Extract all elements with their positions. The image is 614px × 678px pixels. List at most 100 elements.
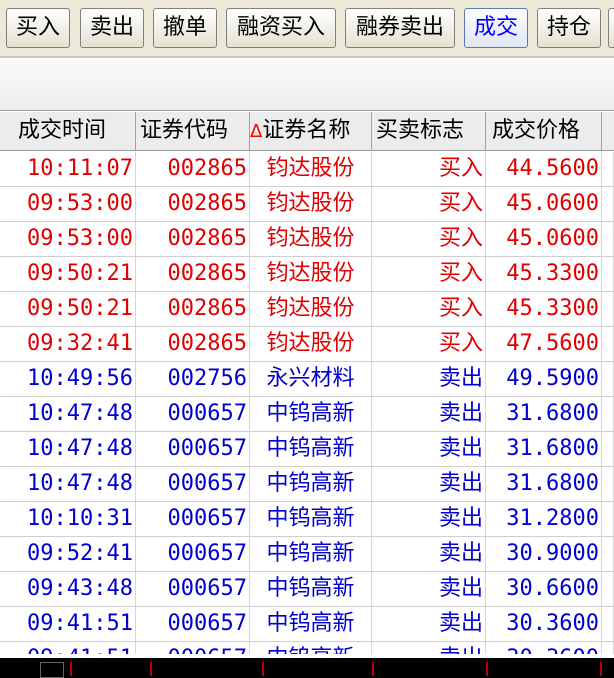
- table-row[interactable]: 10:10:31 000657 中钨高新 卖出 31.2800: [0, 502, 614, 537]
- cell-security-code: 002865: [136, 292, 250, 326]
- table-row[interactable]: 09:32:41 002865 钧达股份 买入 47.5600: [0, 327, 614, 362]
- cell-security-code: 000657: [136, 642, 250, 654]
- cell-trade-time: 10:47:48: [0, 432, 136, 466]
- col-side[interactable]: 买卖标志: [372, 112, 486, 150]
- cell-security-code: 002865: [136, 327, 250, 361]
- cell-side: 卖出: [372, 642, 486, 654]
- table-row[interactable]: 09:41:51000657中钨高新卖出30.3600: [0, 607, 614, 642]
- cell-security-code: 002865: [136, 257, 250, 291]
- cell-security-code: 000657: [136, 467, 250, 501]
- cell-price: 45.3300: [486, 257, 602, 291]
- col-trade-time-label: 成交时间: [18, 118, 107, 143]
- cell-security-name: 中钨高新: [250, 502, 372, 536]
- col-price[interactable]: 成交价格: [486, 112, 602, 150]
- table-row[interactable]: 09:53:00 002865 钧达股份 买入 45.0600: [0, 187, 614, 222]
- col-security-code[interactable]: 证券代码: [136, 112, 250, 150]
- cell-security-name: 中钨高新: [250, 537, 372, 571]
- cell-security-name: 中钨高新: [250, 607, 372, 641]
- cell-trade-time: 09:50:21: [0, 292, 136, 326]
- cell-trade-time: 09:53:00: [0, 187, 136, 221]
- trade-toolbar: 买入 卖出 撤单 融资买入 融券卖出 成交 持仓: [0, 0, 614, 56]
- cell-security-name: 中钨高新: [250, 467, 372, 501]
- cell-security-code: 002756: [136, 362, 250, 396]
- cell-side: 买入: [372, 257, 486, 291]
- cell-price: 45.0600: [486, 222, 602, 256]
- cell-side: 卖出: [372, 432, 486, 466]
- cell-side: 买入: [372, 292, 486, 326]
- cell-trade-time: 09:41:51: [0, 607, 136, 641]
- cell-security-name: 中钨高新: [250, 432, 372, 466]
- table-row[interactable]: 09:41:51000657中钨高新卖出30.3600: [0, 642, 614, 654]
- cell-price: 44.5600: [486, 152, 602, 186]
- query-panel: [0, 58, 614, 111]
- sort-indicator-icon: Δ: [250, 121, 263, 142]
- table-row[interactable]: 09:53:00 002865 钧达股份 买入 45.0600: [0, 222, 614, 257]
- col-security-name[interactable]: Δ证券名称: [250, 112, 372, 150]
- cell-security-code: 000657: [136, 537, 250, 571]
- table-row[interactable]: 09:43:48 000657 中钨高新 卖出 30.6600: [0, 572, 614, 607]
- cell-security-code: 000657: [136, 502, 250, 536]
- cell-side: 买入: [372, 327, 486, 361]
- cell-security-name: 钧达股份: [250, 222, 372, 256]
- col-security-code-label: 证券代码: [140, 118, 229, 143]
- cell-price: 31.2800: [486, 502, 602, 536]
- cell-trade-time: 09:32:41: [0, 327, 136, 361]
- buy-button[interactable]: 买入: [6, 8, 70, 48]
- toolbar-overflow-button[interactable]: [608, 8, 614, 48]
- status-divider: [70, 662, 72, 676]
- table-row[interactable]: 10:49:56 002756 永兴材料 卖出 49.5900: [0, 362, 614, 397]
- sell-button[interactable]: 卖出: [80, 8, 144, 48]
- cell-security-name: 钧达股份: [250, 327, 372, 361]
- cell-trade-time: 10:11:07: [0, 152, 136, 186]
- cell-side: 买入: [372, 222, 486, 256]
- status-divider: [372, 662, 374, 676]
- cell-more: [602, 537, 614, 571]
- cell-security-code: 002865: [136, 152, 250, 186]
- cell-more: [602, 397, 614, 431]
- col-trade-time[interactable]: 成交时间: [0, 112, 136, 150]
- cell-price: 45.0600: [486, 187, 602, 221]
- cell-side: 卖出: [372, 467, 486, 501]
- cell-trade-time: 09:53:00: [0, 222, 136, 256]
- cell-security-name: 钧达股份: [250, 257, 372, 291]
- tab-trades[interactable]: 成交: [464, 8, 528, 48]
- table-row[interactable]: 09:50:21 002865 钧达股份 买入 45.3300: [0, 292, 614, 327]
- cell-more: [602, 572, 614, 606]
- col-security-name-label: 证券名称: [262, 118, 351, 143]
- cell-price: 31.6800: [486, 432, 602, 466]
- cell-price: 31.6800: [486, 467, 602, 501]
- cell-side: 卖出: [372, 607, 486, 641]
- cell-price: 45.3300: [486, 292, 602, 326]
- table-row[interactable]: 09:52:41 000657 中钨高新 卖出 30.9000: [0, 537, 614, 572]
- cell-security-name: 永兴材料: [250, 362, 372, 396]
- tab-positions[interactable]: 持仓: [537, 8, 601, 48]
- cell-side: 卖出: [372, 397, 486, 431]
- table-row[interactable]: 10:11:07 002865 钧达股份 买入 44.5600: [0, 152, 614, 187]
- cell-side: 卖出: [372, 572, 486, 606]
- col-more[interactable]: [602, 112, 614, 150]
- cell-price: 31.6800: [486, 397, 602, 431]
- cell-security-code: 000657: [136, 397, 250, 431]
- cell-trade-time: 09:41:51: [0, 642, 136, 654]
- cell-security-name: 中钨高新: [250, 642, 372, 654]
- cell-security-code: 002865: [136, 187, 250, 221]
- cell-security-code: 000657: [136, 432, 250, 466]
- cell-trade-time: 10:10:31: [0, 502, 136, 536]
- cell-trade-time: 10:47:48: [0, 467, 136, 501]
- cancel-order-button[interactable]: 撤单: [153, 8, 217, 48]
- status-bar: [0, 658, 614, 678]
- table-row[interactable]: 10:47:48 000657 中钨高新 卖出 31.6800: [0, 432, 614, 467]
- cell-price: 30.3600: [486, 642, 602, 654]
- table-row[interactable]: 09:50:21 002865 钧达股份 买入 45.3300: [0, 257, 614, 292]
- short-sell-button[interactable]: 融券卖出: [345, 8, 455, 48]
- table-row[interactable]: 10:47:48 000657 中钨高新 卖出 31.6800: [0, 467, 614, 502]
- margin-buy-button[interactable]: 融资买入: [226, 8, 336, 48]
- status-divider: [262, 662, 264, 676]
- col-side-label: 买卖标志: [376, 118, 465, 143]
- cell-more: [602, 257, 614, 291]
- cell-side: 卖出: [372, 537, 486, 571]
- cell-more: [602, 362, 614, 396]
- status-divider: [150, 662, 152, 676]
- cell-more: [602, 152, 614, 186]
- table-row[interactable]: 10:47:48 000657 中钨高新 卖出 31.6800: [0, 397, 614, 432]
